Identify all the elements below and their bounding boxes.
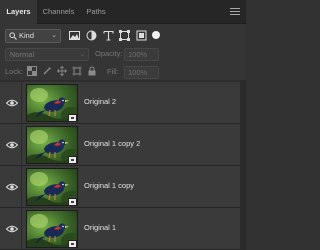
visibility-eye-icon[interactable]	[6, 141, 18, 149]
chevron-down-icon: ⌄	[79, 51, 85, 58]
tab-channels[interactable]: Channels	[37, 0, 80, 24]
layer-name[interactable]: Original 1 copy	[84, 181, 134, 190]
filter-toggle-icon[interactable]	[152, 31, 160, 39]
smart-object-filter-icon[interactable]	[136, 30, 147, 41]
visibility-eye-icon[interactable]	[6, 183, 18, 191]
search-icon	[9, 32, 17, 40]
layer-name[interactable]: Original 2	[84, 97, 116, 106]
fill-label: Fill:	[107, 67, 119, 76]
lock-artboard-icon[interactable]	[72, 66, 82, 76]
layers-scrollbar[interactable]	[240, 80, 246, 250]
blend-mode-value: Normal	[10, 50, 35, 59]
layer-row[interactable]: Original 1 copy	[0, 166, 240, 208]
fill-field[interactable]: 100%	[124, 66, 159, 79]
filter-kind-select[interactable]: Kind ⌄	[5, 29, 61, 43]
shape-filter-icon[interactable]	[119, 30, 130, 41]
blend-mode-select[interactable]: Normal ⌄	[5, 48, 89, 61]
smart-object-badge-icon	[68, 114, 77, 122]
type-filter-icon[interactable]	[103, 30, 114, 41]
lock-all-icon[interactable]	[87, 66, 97, 76]
visibility-divider	[21, 82, 22, 124]
visibility-divider	[21, 208, 22, 250]
lock-transparent-pixels-icon[interactable]	[27, 66, 37, 76]
layer-row[interactable]: Original 2	[0, 82, 240, 124]
visibility-eye-icon[interactable]	[6, 225, 18, 233]
image-filter-icon[interactable]	[69, 30, 80, 41]
fill-value: 100%	[128, 68, 148, 77]
visibility-divider	[21, 124, 22, 166]
opacity-label: Opacity:	[95, 49, 123, 58]
lock-label: Lock:	[5, 67, 23, 76]
filter-kind-label: Kind	[19, 31, 35, 40]
opacity-field[interactable]: 100%	[124, 48, 159, 61]
layer-name[interactable]: Original 1 copy 2	[84, 139, 140, 148]
lock-position-icon[interactable]	[57, 66, 67, 76]
layer-name[interactable]: Original 1	[84, 223, 116, 232]
chevron-down-icon: ⌄	[51, 32, 57, 39]
opacity-value: 100%	[128, 50, 148, 59]
lock-image-pixels-icon[interactable]	[42, 66, 52, 76]
panel-menu-icon[interactable]	[230, 8, 240, 16]
tab-paths[interactable]: Paths	[80, 0, 112, 24]
panel-tab-bar: Layers Channels Paths	[0, 0, 246, 24]
smart-object-badge-icon	[68, 156, 77, 164]
smart-object-badge-icon	[68, 198, 77, 206]
visibility-eye-icon[interactable]	[6, 99, 18, 107]
visibility-divider	[21, 166, 22, 208]
smart-object-badge-icon	[68, 240, 77, 248]
adjustment-filter-icon[interactable]	[86, 30, 97, 41]
layer-row[interactable]: Original 1	[0, 208, 240, 250]
layers-list: Original 2 Original 1 copy 2 Original 1 …	[0, 80, 246, 250]
layer-row[interactable]: Original 1 copy 2	[0, 124, 240, 166]
tab-layers[interactable]: Layers	[0, 0, 37, 24]
